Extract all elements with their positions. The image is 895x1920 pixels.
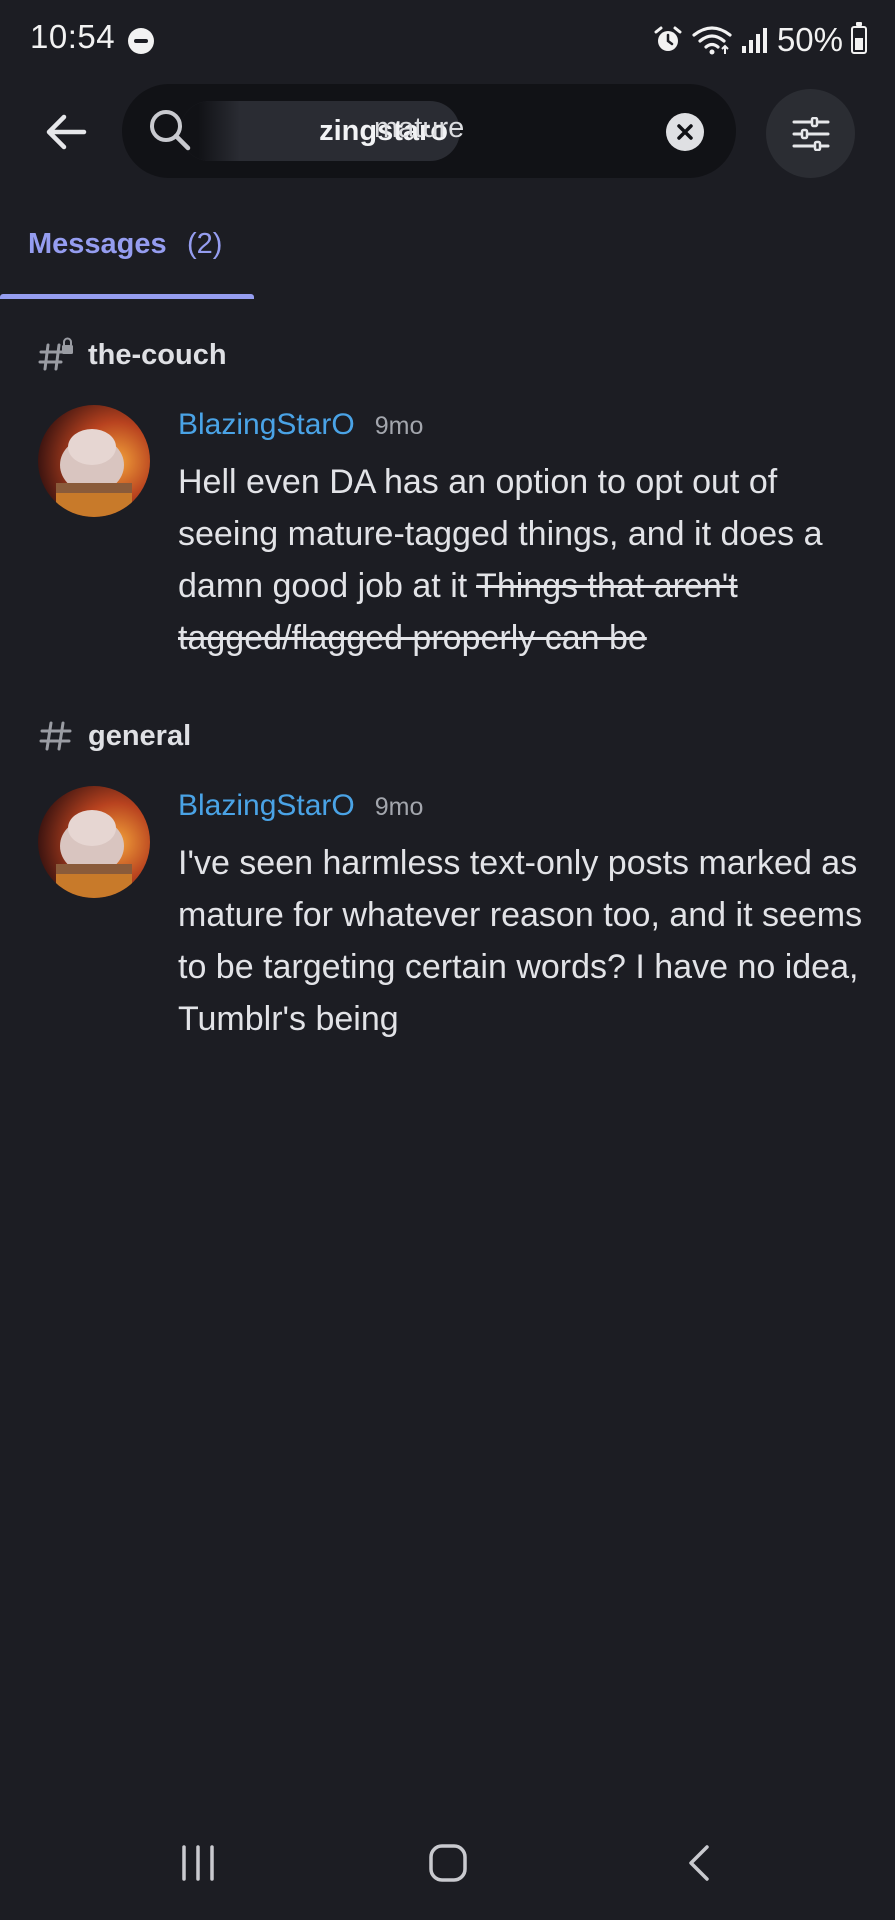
- sliders-icon: [792, 116, 829, 151]
- channel-header[interactable]: the-couch: [38, 335, 227, 375]
- author-name[interactable]: BlazingStarO: [178, 789, 355, 823]
- author-name[interactable]: BlazingStarO: [178, 408, 355, 442]
- message-content[interactable]: Hell even DA has an option to opt out of…: [178, 456, 868, 664]
- search-bar[interactable]: zingstaro mature: [122, 84, 736, 178]
- message-text: I've seen harmless text-only posts marke…: [178, 844, 863, 1038]
- message-timestamp: 9mo: [374, 412, 424, 440]
- channel-name: general: [88, 719, 192, 752]
- search-input[interactable]: mature: [374, 112, 464, 145]
- close-icon: [677, 124, 693, 140]
- tab-active-indicator: [0, 294, 254, 299]
- avatar[interactable]: [38, 405, 150, 517]
- locked-channel-icon: [38, 337, 73, 371]
- avatar[interactable]: [38, 786, 150, 898]
- message-content[interactable]: I've seen harmless text-only posts marke…: [178, 837, 868, 1045]
- tab-messages-label: Messages: [28, 228, 167, 260]
- do-not-disturb-icon: [128, 28, 154, 54]
- system-back-button[interactable]: [660, 1828, 740, 1898]
- home-button[interactable]: [408, 1828, 488, 1898]
- message-header: BlazingStarO 9mo: [178, 408, 423, 448]
- message-header: BlazingStarO 9mo: [178, 789, 423, 829]
- battery-icon: [851, 22, 867, 54]
- status-bar: 10:54 50%: [0, 0, 895, 80]
- home-icon: [429, 1844, 467, 1882]
- wifi-icon: [692, 26, 732, 55]
- channel-header[interactable]: general: [38, 716, 191, 756]
- back-button[interactable]: [40, 106, 92, 158]
- search-icon: [150, 110, 191, 151]
- search-header: zingstaro mature: [0, 84, 895, 180]
- arrow-left-icon: [46, 114, 87, 150]
- tab-messages[interactable]: Messages (2): [0, 215, 254, 299]
- filter-button[interactable]: [766, 89, 855, 178]
- recent-apps-icon: [182, 1845, 214, 1881]
- channel-name: the-couch: [88, 338, 227, 371]
- avatar-image: [38, 405, 150, 517]
- avatar-image: [38, 786, 150, 898]
- results-tabs: Messages (2): [0, 215, 895, 299]
- signal-icon: [741, 28, 767, 53]
- hashtag-icon: [39, 721, 72, 751]
- clear-search-button[interactable]: [666, 113, 704, 151]
- status-time: 10:54: [30, 18, 116, 55]
- alarm-icon: [654, 26, 682, 51]
- tab-messages-count: (2): [187, 228, 223, 260]
- system-nav-bar: [0, 1800, 895, 1920]
- battery-percent: 50%: [776, 21, 843, 58]
- status-icons: 50%: [653, 20, 867, 60]
- message-timestamp: 9mo: [374, 793, 424, 821]
- recent-apps-button[interactable]: [158, 1828, 238, 1898]
- chevron-left-icon: [689, 1845, 709, 1881]
